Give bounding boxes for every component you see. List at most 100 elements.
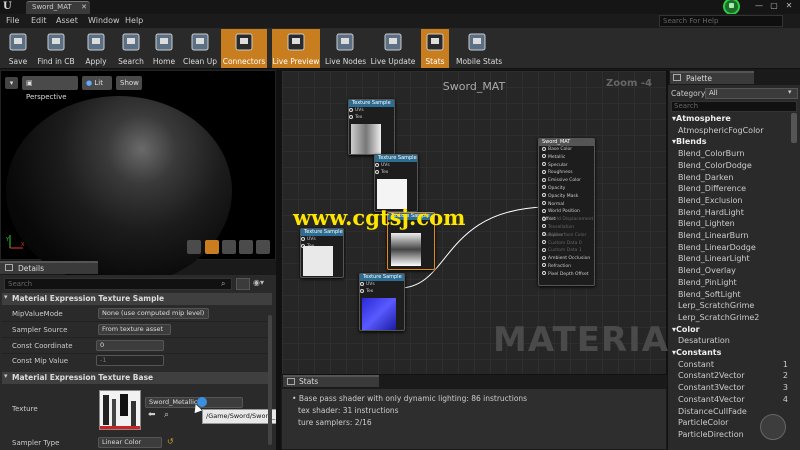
perspective-button[interactable]: ▣ Perspective [22,76,78,101]
section-collapse-icon[interactable]: ▾ [4,372,8,380]
palette-item[interactable]: Constant4Vector 4 [668,394,790,406]
palette-item[interactable]: Blend_Exclusion [668,195,790,207]
palette-item[interactable]: Blend_Difference [668,183,790,195]
palette-tab[interactable]: Palette [670,71,754,84]
palette-category[interactable]: ▾Color [668,324,790,336]
custom-mesh-preview-button[interactable] [256,240,270,254]
document-tab[interactable]: Sword_MAT ✕ [26,1,90,14]
result-pin[interactable]: Opacity [539,185,594,193]
const-coordinate-input[interactable]: 0 [96,340,164,351]
reset-to-default-icon[interactable]: ↺ [167,437,174,446]
result-pin[interactable]: Base Color [539,146,594,154]
palette-item[interactable]: AtmosphericFogColor [668,125,790,137]
details-tab[interactable]: Details [0,261,98,274]
details-scrollbar[interactable] [268,315,272,445]
cube-preview-button[interactable] [239,240,253,254]
palette-item[interactable]: Blend_Lighten [668,218,790,230]
result-pin[interactable]: Pixel Depth Offset [539,271,594,279]
cylinder-preview-button[interactable] [187,240,201,254]
sampler-type-select[interactable]: Linear Color [98,437,162,448]
menu-help[interactable]: Help [125,14,143,28]
material-result-node[interactable]: Sword_MAT Base Color Metallic Specular Roug… [538,138,595,286]
close-button[interactable]: ✕ [783,0,795,12]
palette-item[interactable]: Blend_HardLight [668,207,790,219]
palette-item[interactable]: Blend_ColorBurn [668,148,790,160]
palette-category[interactable]: ▾Atmosphere [668,113,790,125]
maximize-button[interactable]: ▢ [768,0,780,12]
result-pin[interactable]: Emissive Color [539,177,594,185]
node-pin-uvs[interactable]: UVs [360,281,404,288]
toolbar-button-clean-up[interactable]: Clean Up [181,29,219,68]
node-pin-tex[interactable]: Tex [349,114,394,121]
plane-preview-button[interactable] [222,240,236,254]
toolbar-button-stats[interactable]: Stats [421,29,449,68]
palette-item[interactable]: Blend_Darken [668,172,790,184]
section-texture-base[interactable]: Material Expression Texture Base [2,372,272,384]
sphere-preview-button[interactable] [205,240,219,254]
toolbar-button-connectors[interactable]: Connectors [221,29,267,68]
result-pin[interactable]: Roughness [539,169,594,177]
toolbar-button-apply[interactable]: Apply [80,29,112,68]
palette-search-input[interactable]: Search [671,101,797,112]
palette-item[interactable]: Lerp_ScratchGrime [668,300,790,312]
palette-item[interactable]: Constant3Vector 3 [668,382,790,394]
palette-item[interactable]: Constant 1 [668,359,790,371]
palette-item[interactable]: Blend_LinearLight [668,253,790,265]
palette-item[interactable]: Blend_ColorDodge [668,160,790,172]
texture-sample-node[interactable]: Texture Sample UVs Tex [359,273,405,331]
result-pin[interactable]: Refraction [539,263,594,271]
show-button[interactable]: Show [116,76,142,90]
node-pin-uvs[interactable]: UVs [349,107,394,114]
texture-sample-node[interactable]: Texture Sample UVs Tex [348,99,395,155]
view-options-icon[interactable]: ◉▾ [253,278,271,290]
tab-close-icon[interactable]: ✕ [81,3,87,11]
palette-category[interactable]: ▾Blends [668,136,790,148]
palette-scrollbar[interactable] [791,113,797,143]
palette-item[interactable]: Blend_LinearDodge [668,242,790,254]
toolbar-button-find-in-cb[interactable]: Find in CB [34,29,78,68]
result-pin[interactable]: Subsurface Color [539,232,594,240]
result-pin[interactable]: Custom Data 0 [539,240,594,248]
palette-item[interactable]: Desaturation [668,335,790,347]
lit-button[interactable]: ● Lit [82,76,112,90]
menu-edit[interactable]: Edit [31,14,47,28]
view-grid-icon[interactable] [236,278,250,290]
toolbar-button-live-nodes[interactable]: Live Nodes [325,29,366,68]
palette-item[interactable]: Blend_Overlay [668,265,790,277]
node-pin-uvs[interactable]: UVs [301,236,343,243]
result-pin[interactable]: World Displacement [539,216,594,224]
use-selected-arrow-icon[interactable]: ⬅ [148,410,156,420]
result-pin[interactable]: Opacity Mask [539,193,594,201]
toolbar-button-live-update[interactable]: Live Update [369,29,417,68]
viewport-options-dropdown[interactable]: ▾ [5,77,18,89]
section-texture-sample[interactable]: Material Expression Texture Sample [2,293,272,305]
menu-asset[interactable]: Asset [56,14,78,28]
node-pin-uvs[interactable]: UVs [375,162,417,169]
palette-item[interactable]: Blend_LinearBurn [668,230,790,242]
result-pin[interactable]: World Position Offset [539,208,594,222]
palette-item[interactable]: Blend_SoftLight [668,289,790,301]
toolbar-button-home[interactable]: Home [150,29,178,68]
mip-value-mode-select[interactable]: None (use computed mip level) [98,308,209,319]
texture-thumbnail[interactable] [99,390,141,430]
menu-file[interactable]: File [6,14,19,28]
toolbar-button-search[interactable]: Search [114,29,148,68]
node-pin-tex[interactable]: Tex [375,169,417,176]
texture-sample-node[interactable]: Texture Sample UVs Tex [300,228,344,278]
node-pin-tex[interactable]: Tex [360,288,404,295]
result-pin[interactable]: Custom Data 1 [539,247,594,255]
minimize-button[interactable]: — [753,0,765,12]
menu-window[interactable]: Window [88,14,120,28]
help-search-input[interactable]: Search For Help [659,15,783,27]
texture-sample-node[interactable]: Texture Sample UVs Tex [374,154,418,212]
result-pin[interactable]: Specular [539,162,594,170]
toolbar-button-save[interactable]: Save [4,29,32,68]
toolbar-button-mobile-stats[interactable]: Mobile Stats [456,29,502,68]
sampler-source-select[interactable]: From texture asset [98,324,171,335]
browse-icon[interactable]: ⌕ [164,410,169,420]
const-mip-value-input[interactable]: -1 [96,355,164,366]
palette-item[interactable]: Blend_PinLight [668,277,790,289]
toolbar-button-live-preview[interactable]: Live Preview [272,29,320,68]
result-pin[interactable]: Tessellation Multiplier [539,224,594,238]
result-pin[interactable]: Normal [539,201,594,209]
